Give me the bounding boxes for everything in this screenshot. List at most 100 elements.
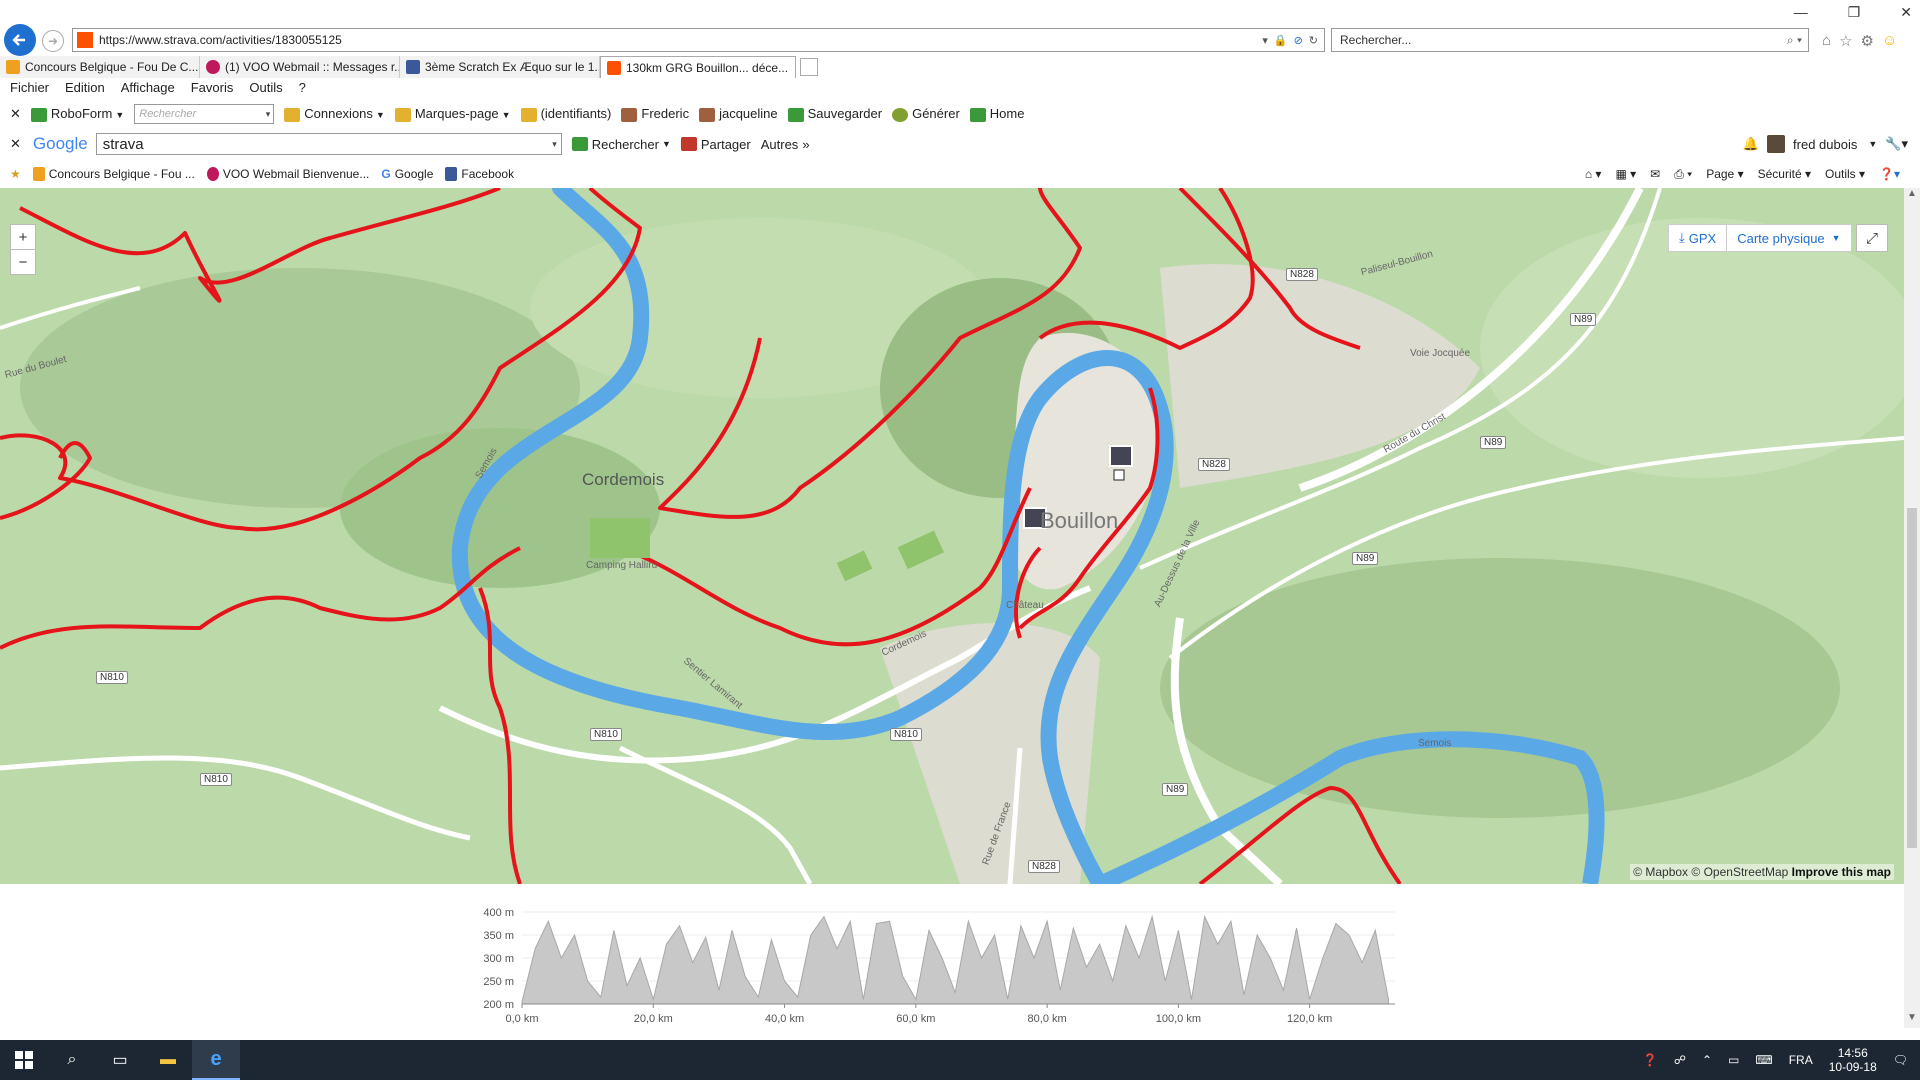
network-icon[interactable]: ▭ bbox=[1728, 1053, 1739, 1067]
help-icon[interactable]: ❓▾ bbox=[1879, 167, 1900, 181]
route-map[interactable]: Cordemois Bouillon N828 N89 N828 N89 N89… bbox=[0, 188, 1904, 884]
gear-icon[interactable]: ⚙ bbox=[1861, 32, 1874, 50]
menu-bar: Fichier Edition Affichage Favoris Outils… bbox=[0, 80, 306, 100]
user-name[interactable]: fred dubois bbox=[1793, 137, 1857, 152]
roboform-sauvegarder[interactable]: Sauvegarder bbox=[787, 106, 882, 122]
add-favorite-icon[interactable]: ★ bbox=[10, 167, 21, 181]
roboform-connexions[interactable]: Connexions ▼ bbox=[284, 106, 385, 122]
refresh-icon[interactable]: ↻ bbox=[1309, 34, 1318, 47]
back-button[interactable] bbox=[4, 24, 36, 56]
search-icon[interactable]: ⌕ ▾ bbox=[1787, 33, 1808, 48]
menu-favoris[interactable]: Favoris bbox=[191, 80, 234, 100]
internet-explorer-icon[interactable]: e bbox=[192, 1040, 240, 1080]
tab-concours[interactable]: Concours Belgique - Fou De C... bbox=[0, 56, 200, 78]
attribution-mapbox[interactable]: © Mapbox bbox=[1633, 865, 1688, 879]
address-controls: ▾ 🔒 ⊘ ↻ bbox=[1262, 34, 1324, 47]
notification-icon[interactable]: 🗨 bbox=[1893, 1053, 1908, 1067]
clock-time: 14:56 bbox=[1837, 1046, 1868, 1060]
google-share-button[interactable]: Partager bbox=[680, 137, 751, 152]
zoom-in-button[interactable]: + bbox=[10, 224, 36, 250]
smiley-icon[interactable]: ☺ bbox=[1882, 32, 1897, 50]
search-icon[interactable]: ⌕ bbox=[48, 1040, 96, 1080]
scroll-down-icon[interactable]: ▼ bbox=[1904, 1012, 1920, 1028]
restore-icon[interactable]: ❐ bbox=[1848, 4, 1861, 21]
minimize-icon[interactable]: — bbox=[1794, 4, 1808, 21]
user-area: 🔔 fred dubois ▼ 🔧▾ bbox=[1742, 135, 1908, 153]
forward-button[interactable]: ➜ bbox=[42, 30, 64, 52]
fav-voo[interactable]: VOO Webmail Bienvenue... bbox=[206, 167, 369, 182]
fav-google[interactable]: G Google bbox=[381, 167, 433, 181]
tab-strava-active[interactable]: 130km GRG Bouillon... déce... ✕ bbox=[600, 56, 796, 78]
roboform-home[interactable]: Home bbox=[969, 106, 1024, 122]
people-icon[interactable]: ☍ bbox=[1674, 1053, 1686, 1067]
zoom-out-button[interactable]: − bbox=[10, 249, 36, 275]
lock-icon[interactable]: 🔒 bbox=[1274, 34, 1288, 47]
tab-voo-webmail[interactable]: (1) VOO Webmail :: Messages r... bbox=[200, 56, 400, 78]
close-toolbar-icon[interactable]: ✕ bbox=[10, 106, 21, 122]
keyboard-icon[interactable]: ⌨ bbox=[1755, 1053, 1772, 1067]
home-icon[interactable]: ⌂ bbox=[1822, 32, 1831, 50]
dropdown-icon[interactable]: ▾ bbox=[1262, 34, 1268, 47]
menu-affichage[interactable]: Affichage bbox=[121, 80, 175, 100]
google-more-button[interactable]: Autres» bbox=[761, 137, 810, 152]
improve-map-link[interactable]: Improve this map bbox=[1792, 865, 1891, 879]
address-bar[interactable]: https://www.strava.com/activities/183005… bbox=[72, 28, 1325, 52]
attribution-osm[interactable]: © OpenStreetMap bbox=[1691, 865, 1788, 879]
start-button[interactable] bbox=[0, 1040, 48, 1080]
rss-icon[interactable]: ▦ ▾ bbox=[1615, 167, 1636, 181]
command-securite[interactable]: Sécurité ▾ bbox=[1758, 167, 1811, 181]
close-toolbar-icon[interactable]: ✕ bbox=[10, 136, 21, 152]
fav-facebook[interactable]: Facebook bbox=[445, 167, 514, 182]
elevation-area[interactable] bbox=[521, 914, 1389, 1005]
chevron-down-icon[interactable]: ▾ bbox=[552, 139, 557, 150]
map-type-dropdown[interactable]: Carte physique ▼ bbox=[1727, 225, 1850, 251]
browser-search-box[interactable]: Rechercher... ⌕ ▾ bbox=[1331, 28, 1809, 52]
menu-fichier[interactable]: Fichier bbox=[10, 80, 49, 100]
bell-icon[interactable]: 🔔 bbox=[1743, 136, 1759, 152]
file-explorer-icon[interactable]: ▬ bbox=[144, 1040, 192, 1080]
chevron-up-icon[interactable]: ⌃ bbox=[1702, 1053, 1712, 1067]
y-tick-label: 350 m bbox=[483, 930, 514, 942]
wrench-icon[interactable]: 🔧▾ bbox=[1885, 136, 1908, 152]
vertical-scrollbar[interactable]: ▲ ▼ bbox=[1904, 188, 1920, 1028]
scroll-thumb[interactable] bbox=[1907, 508, 1917, 848]
gpx-button[interactable]: ⤓ GPX bbox=[1669, 225, 1728, 251]
home-icon[interactable]: ⌂ ▾ bbox=[1585, 167, 1602, 181]
road-label: N828 bbox=[1286, 268, 1318, 281]
close-icon[interactable]: ✕ bbox=[1900, 4, 1912, 21]
print-icon[interactable]: ⎙ ▾ bbox=[1674, 167, 1692, 182]
roboform-button[interactable]: RoboForm ▼ bbox=[30, 106, 124, 122]
menu-outils[interactable]: Outils bbox=[249, 80, 282, 100]
star-icon[interactable]: ☆ bbox=[1839, 32, 1852, 50]
street-label: Château bbox=[1006, 600, 1044, 611]
place-label: Cordemois bbox=[582, 470, 665, 489]
roboform-frederic[interactable]: Frederic bbox=[621, 106, 689, 122]
language-indicator[interactable]: FRA bbox=[1789, 1053, 1813, 1067]
new-tab-button[interactable] bbox=[800, 58, 818, 76]
roboform-marques-page[interactable]: Marques-page ▼ bbox=[394, 106, 511, 122]
command-outils[interactable]: Outils ▾ bbox=[1825, 167, 1865, 181]
mail-icon[interactable]: ✉ bbox=[1650, 167, 1660, 181]
menu-help[interactable]: ? bbox=[299, 80, 306, 100]
google-search-input[interactable]: strava ▾ bbox=[95, 133, 562, 155]
elevation-chart[interactable]: 400 m 350 m 300 m 250 m 200 m 0,0 km 20,0 km 40… bbox=[470, 900, 1410, 1030]
clock[interactable]: 14:56 10-09-18 bbox=[1829, 1046, 1877, 1074]
tab-facebook[interactable]: 3ème Scratch Ex Æquo sur le 1... bbox=[400, 56, 600, 78]
fav-concours[interactable]: Concours Belgique - Fou ... bbox=[32, 167, 195, 182]
roboform-jacqueline[interactable]: jacqueline bbox=[699, 106, 778, 122]
fullscreen-button[interactable]: ⤢ bbox=[1856, 224, 1888, 252]
help-icon[interactable]: ❓ bbox=[1643, 1053, 1658, 1067]
command-page[interactable]: Page ▾ bbox=[1706, 167, 1743, 181]
map-canvas bbox=[0, 188, 1904, 884]
roboform-search[interactable]: Rechercher ▾ bbox=[134, 104, 275, 124]
tab-favicon bbox=[607, 60, 621, 75]
scroll-up-icon[interactable]: ▲ bbox=[1904, 188, 1920, 204]
google-query: strava bbox=[102, 135, 144, 153]
menu-edition[interactable]: Edition bbox=[65, 80, 105, 100]
roboform-identifiants[interactable]: (identifiants) bbox=[520, 106, 611, 122]
task-view-icon[interactable]: ▭ bbox=[96, 1040, 144, 1080]
tab-favicon bbox=[206, 60, 220, 74]
roboform-generer[interactable]: Générer bbox=[892, 106, 960, 122]
stop-icon[interactable]: ⊘ bbox=[1294, 34, 1303, 47]
google-search-button[interactable]: Rechercher ▼ bbox=[571, 137, 671, 152]
